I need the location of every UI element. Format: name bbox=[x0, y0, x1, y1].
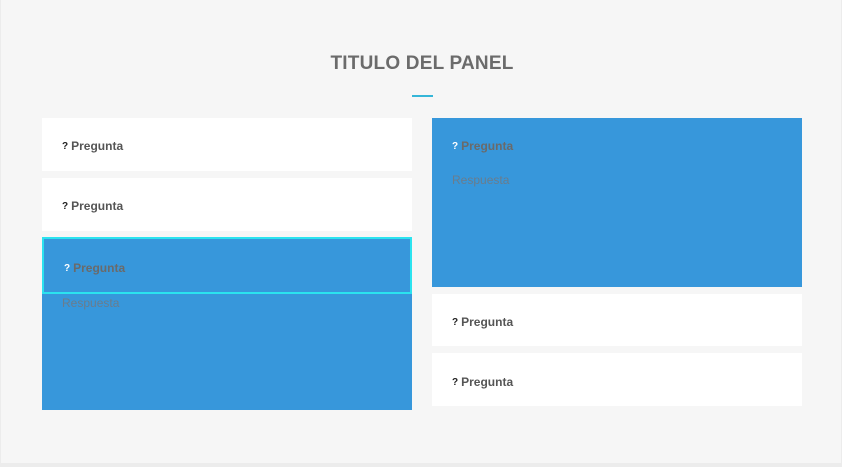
faq-question[interactable]: ? Pregunta bbox=[452, 375, 513, 389]
faq-panel: TITULO DEL PANEL ? Pregunta ? Pregunta ?… bbox=[1, 0, 841, 463]
question-mark-icon: ? bbox=[62, 200, 69, 212]
faq-question[interactable]: ? Pregunta bbox=[62, 139, 123, 153]
faq-question-label: Pregunta bbox=[461, 315, 514, 329]
faq-question-label: Pregunta bbox=[71, 199, 124, 213]
question-mark-icon: ? bbox=[452, 140, 459, 152]
faq-question[interactable]: ? Pregunta bbox=[452, 315, 513, 329]
faq-question-label: Pregunta bbox=[461, 139, 514, 153]
faq-item-left-2[interactable]: ? Pregunta bbox=[42, 178, 412, 231]
title-divider bbox=[412, 95, 433, 97]
faq-item-right-3[interactable]: ? Pregunta bbox=[432, 353, 802, 406]
faq-question[interactable]: ? Pregunta bbox=[62, 199, 123, 213]
faq-answer: Respuesta bbox=[62, 296, 120, 310]
faq-question[interactable]: ? Pregunta bbox=[64, 261, 125, 275]
faq-item-right-2[interactable]: ? Pregunta bbox=[432, 294, 802, 346]
faq-answer: Respuesta bbox=[452, 173, 510, 187]
question-mark-icon: ? bbox=[452, 316, 459, 328]
faq-question-label: Pregunta bbox=[71, 139, 124, 153]
faq-item-right-1[interactable]: ? Pregunta Respuesta bbox=[432, 118, 802, 287]
faq-question[interactable]: ? Pregunta bbox=[452, 139, 513, 153]
faq-question-label: Pregunta bbox=[73, 261, 126, 275]
question-mark-icon: ? bbox=[64, 262, 71, 274]
faq-item-left-1[interactable]: ? Pregunta bbox=[42, 118, 412, 171]
panel-title: TITULO DEL PANEL bbox=[330, 53, 514, 74]
question-mark-icon: ? bbox=[62, 140, 69, 152]
faq-item-left-3[interactable]: ? Pregunta Respuesta bbox=[42, 237, 412, 410]
faq-question-label: Pregunta bbox=[461, 375, 514, 389]
question-mark-icon: ? bbox=[452, 376, 459, 388]
